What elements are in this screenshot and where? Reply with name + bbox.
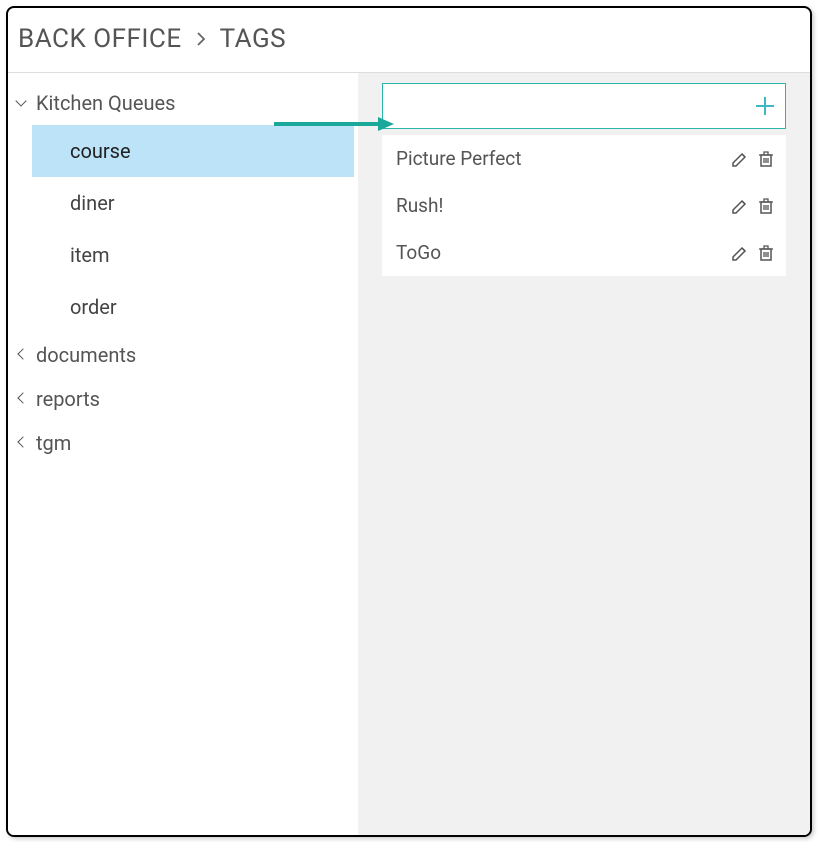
- sidebar-group-kitchen-queues[interactable]: Kitchen Queues: [8, 81, 354, 125]
- sidebar-item-course[interactable]: course: [32, 125, 354, 177]
- sidebar-item-diner[interactable]: diner: [32, 177, 354, 229]
- tag-row: Rush!: [382, 182, 786, 229]
- sidebar-group-tgm[interactable]: tgm: [8, 421, 354, 465]
- chevron-down-icon: [14, 96, 28, 110]
- sidebar-group-reports[interactable]: reports: [8, 377, 354, 421]
- chevron-left-icon: [14, 348, 28, 362]
- tag-label: ToGo: [396, 241, 730, 264]
- add-tag-input[interactable]: [397, 96, 755, 117]
- sidebar-item-label: diner: [70, 191, 115, 215]
- pencil-icon[interactable]: [730, 243, 750, 263]
- sidebar-item-label: item: [70, 243, 110, 267]
- sidebar-item-item[interactable]: item: [32, 229, 354, 281]
- pencil-icon[interactable]: [730, 149, 750, 169]
- trash-icon[interactable]: [756, 243, 776, 263]
- tag-label: Picture Perfect: [396, 147, 730, 170]
- trash-icon[interactable]: [756, 149, 776, 169]
- breadcrumb-current: TAGS: [220, 24, 286, 54]
- sidebar-group-label: tgm: [36, 431, 71, 455]
- sidebar-item-label: course: [70, 139, 131, 163]
- tag-list: Picture Perfect Rush!: [382, 135, 786, 276]
- tag-row: Picture Perfect: [382, 135, 786, 182]
- add-tag-row: [382, 83, 786, 129]
- chevron-left-icon: [14, 392, 28, 406]
- sidebar-item-order[interactable]: order: [32, 281, 354, 333]
- breadcrumb: BACK OFFICE TAGS: [8, 8, 810, 72]
- sidebar-group-label: reports: [36, 387, 100, 411]
- chevron-right-icon: [194, 27, 208, 52]
- tag-label: Rush!: [396, 194, 730, 217]
- pencil-icon[interactable]: [730, 196, 750, 216]
- breadcrumb-root[interactable]: BACK OFFICE: [18, 24, 182, 54]
- trash-icon[interactable]: [756, 196, 776, 216]
- sidebar: Kitchen Queues course diner item order d…: [8, 73, 358, 835]
- plus-icon[interactable]: [755, 96, 775, 116]
- main-panel: Picture Perfect Rush!: [358, 73, 810, 835]
- sidebar-group-label: documents: [36, 343, 136, 367]
- sidebar-group-documents[interactable]: documents: [8, 333, 354, 377]
- sidebar-item-label: order: [70, 295, 117, 319]
- chevron-left-icon: [14, 436, 28, 450]
- sidebar-group-label: Kitchen Queues: [36, 91, 175, 115]
- tag-row: ToGo: [382, 229, 786, 276]
